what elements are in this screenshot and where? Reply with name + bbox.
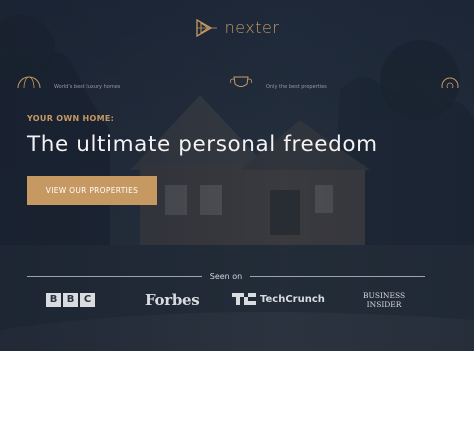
key-icon [441,77,459,88]
features-section [0,351,474,439]
view-properties-button[interactable]: VIEW OUR PROPERTIES [27,176,157,205]
divider-line-left [27,276,202,277]
forbes-logo: Forbes [145,291,200,309]
divider-line-right [250,276,425,277]
brand-logo[interactable]: nexter [0,18,474,37]
seen-on-label: Seen on [209,272,243,281]
techcrunch-logo: TechCrunch [232,293,325,305]
hero-heading: The ultimate personal freedom [27,132,378,157]
business-insider-logo: BUSINESS INSIDER [363,291,406,309]
hero-subheading: YOUR OWN HOME: [27,114,115,123]
feature-text-left: World's best luxury homes [54,84,121,90]
seen-on-divider: Seen on [27,272,425,281]
globe-icon [17,76,41,88]
play-logo-icon [195,18,217,37]
feature-text-right: Only the best properties [266,84,327,90]
techcrunch-mark-icon [232,293,256,305]
trophy-icon [230,76,252,87]
brand-name: nexter [224,18,280,37]
press-logos: B B C Forbes TechCrunch BUSINESS INSIDER [27,290,427,312]
bbc-logo: B B C [46,293,95,307]
hero-section: nexter YOUR OWN HOME: The ultimate perso… [0,0,474,351]
